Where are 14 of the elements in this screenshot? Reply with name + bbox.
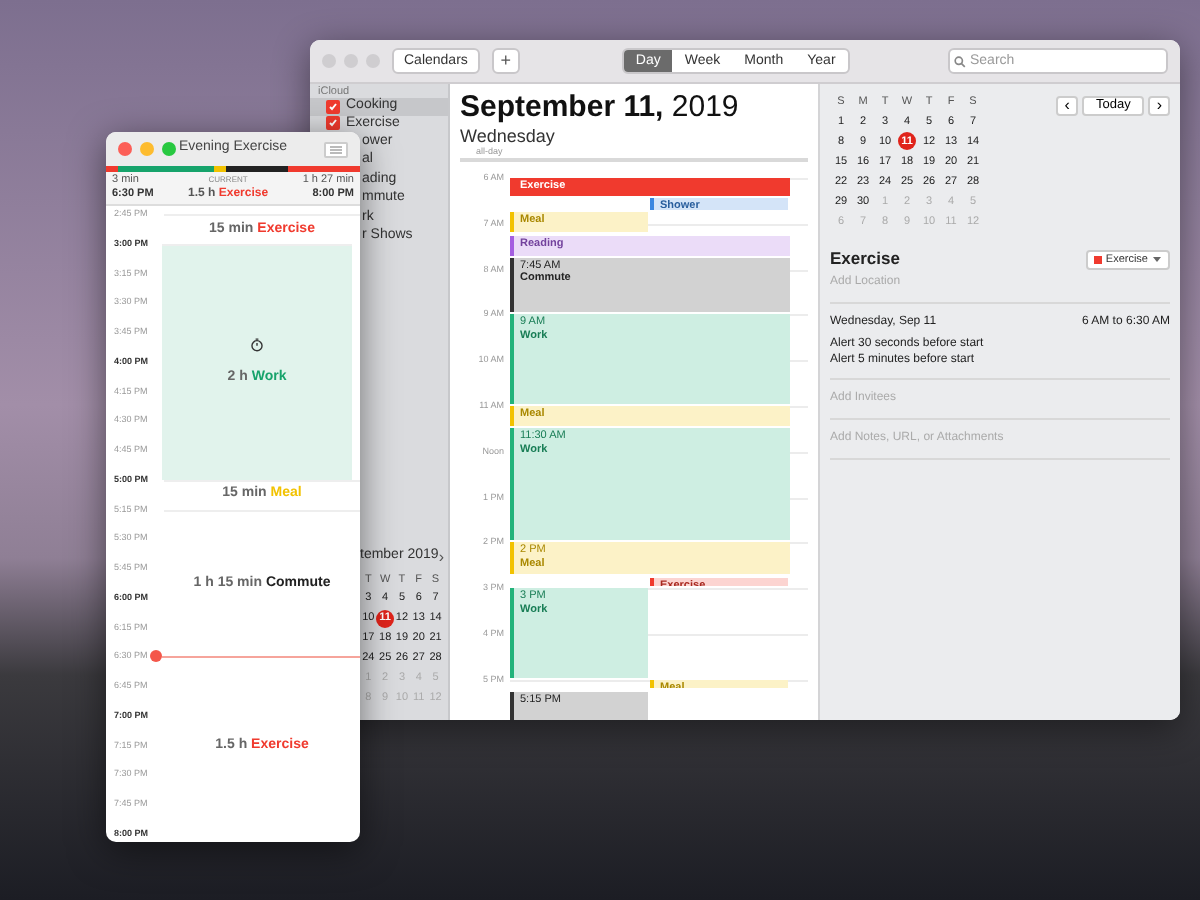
- menu-icon: [330, 145, 342, 153]
- menu-button[interactable]: [324, 141, 348, 157]
- search-icon: [954, 55, 966, 67]
- add-button[interactable]: +: [491, 48, 520, 74]
- caret-icon: [1152, 255, 1162, 264]
- date-heading: September 11, 2019: [458, 88, 741, 122]
- weekday-heading: Wednesday: [458, 126, 557, 146]
- timer-icon: [250, 337, 264, 351]
- previous-button[interactable]: ‹: [1056, 96, 1078, 116]
- next-month-button[interactable]: ›: [438, 549, 444, 565]
- event-title: Exercise: [830, 246, 900, 272]
- checkbox[interactable]: [326, 99, 340, 114]
- next-button[interactable]: ›: [1148, 96, 1170, 116]
- checkbox[interactable]: [326, 116, 340, 131]
